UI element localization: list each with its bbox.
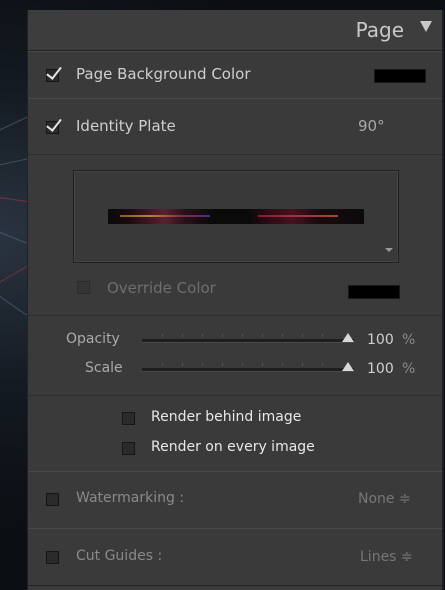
override-color-label: Override Color	[107, 279, 216, 297]
scale-unit: %	[402, 361, 416, 377]
identity-plate-preview[interactable]	[73, 170, 399, 263]
cut-guides-label: Cut Guides :	[76, 548, 163, 564]
identity-plate-row: Identity Plate 90°	[28, 98, 442, 155]
opacity-label: Opacity	[66, 331, 120, 347]
page-panel: Page Page Background Color Identity Plat…	[27, 10, 444, 590]
render-behind-image-checkbox[interactable]	[122, 412, 135, 425]
watermarking-label: Watermarking :	[76, 490, 185, 506]
opacity-slider-thumb[interactable]	[342, 333, 354, 342]
render-on-every-image-label: Render on every image	[151, 439, 315, 455]
cut-guides-popup[interactable]: Lines ≑	[360, 549, 413, 565]
override-color-swatch[interactable]	[348, 285, 400, 299]
opacity-unit: %	[402, 332, 416, 348]
scale-slider-ticks	[162, 363, 342, 366]
panel-header[interactable]: Page	[28, 10, 442, 51]
divider	[28, 315, 442, 316]
identity-plate-rotation[interactable]: 90°	[358, 117, 385, 135]
page-background-label: Page Background Color	[76, 65, 251, 83]
page-background-checkbox[interactable]	[46, 69, 59, 82]
watermarking-row: Watermarking : None ≑	[28, 471, 442, 529]
divider	[28, 395, 442, 396]
page-background-row: Page Background Color	[28, 51, 442, 99]
identity-plate-checkbox[interactable]	[46, 121, 59, 134]
opacity-slider-ticks	[162, 334, 342, 337]
cut-guides-row: Cut Guides : Lines ≑	[28, 528, 442, 586]
identity-plate-label: Identity Plate	[76, 117, 176, 135]
override-color-checkbox[interactable]	[77, 281, 90, 294]
collapse-triangle-icon[interactable]	[420, 21, 432, 32]
page-background-color-swatch[interactable]	[374, 69, 426, 83]
panel-title: Page	[355, 18, 404, 42]
identity-plate-image	[108, 209, 364, 224]
opacity-value[interactable]: 100	[367, 332, 394, 348]
scale-slider-track[interactable]	[142, 368, 354, 372]
watermarking-checkbox[interactable]	[46, 493, 59, 506]
scale-slider-thumb[interactable]	[342, 362, 354, 371]
render-on-every-image-checkbox[interactable]	[122, 442, 135, 455]
plate-menu-arrow-icon[interactable]	[385, 248, 393, 252]
cut-guides-checkbox[interactable]	[46, 551, 59, 564]
watermarking-popup[interactable]: None ≑	[358, 491, 411, 507]
render-behind-image-label: Render behind image	[151, 409, 302, 425]
scale-value[interactable]: 100	[367, 361, 394, 377]
scale-label: Scale	[85, 360, 123, 376]
opacity-slider-track[interactable]	[142, 339, 354, 343]
